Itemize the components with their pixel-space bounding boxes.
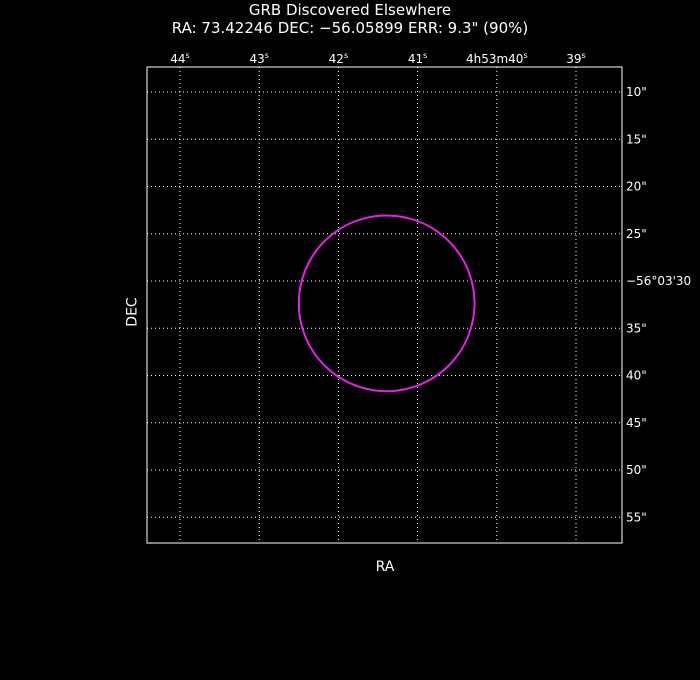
dec-tick-label: 10" [626,85,647,99]
ra-tick-label: 44s [170,51,189,66]
dec-tick-label: −56°03'30 [626,274,691,288]
error-circle [297,214,476,393]
ra-tick-label: 41s [408,51,427,66]
dec-tick-label: 25" [626,227,647,241]
ra-tick-label: 39s [566,51,585,66]
dec-tick-label: 40" [626,369,647,383]
y-tick-labels: 10" 15" 20" 25" −56°03'30 35" 40" 45" 50" 55" [626,85,691,524]
dec-tick-label: 45" [626,416,647,430]
chart-marks [297,214,476,393]
x-tick-labels: 44s 43s 42s 41s 4h53m40s 39s [170,51,585,66]
dec-tick-label: 15" [626,132,647,146]
dec-tick-label: 20" [626,180,647,194]
y-axis-label: DEC [124,297,141,327]
dec-tick-label: 50" [626,463,647,477]
dec-tick-label: 55" [626,510,647,524]
sky-chart: 44s 43s 42s 41s 4h53m40s 39s 10" 15" 20" 25" −56°… [146,51,691,544]
ra-tick-label: 42s [329,51,348,66]
ra-tick-label: 43s [249,51,268,66]
x-axis-label: RA [375,559,395,575]
grid-lines [147,67,622,543]
dec-tick-label: 35" [626,321,647,335]
ra-tick-label: 4h53m40s [466,51,528,66]
plot-frame [146,66,623,544]
